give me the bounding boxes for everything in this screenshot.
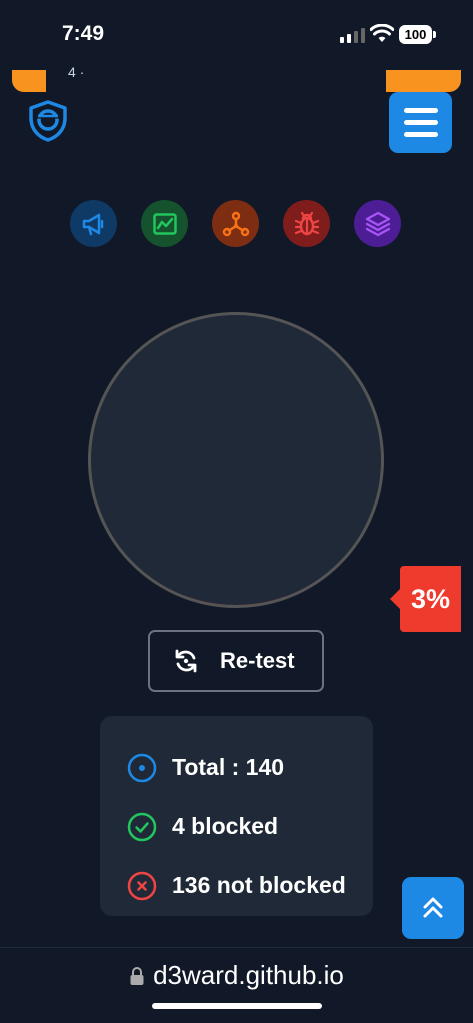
scroll-to-top-button[interactable]	[402, 877, 464, 939]
status-bar: 7:49 100	[0, 0, 473, 70]
menu-line	[403, 108, 438, 113]
retest-label: Re-test	[220, 648, 295, 673]
percent-badge: 3%	[390, 566, 461, 632]
double-chevron-up-icon	[423, 897, 443, 918]
target-icon	[127, 753, 157, 782]
trackers-category-button[interactable]	[212, 200, 259, 247]
signal-icon	[340, 28, 365, 43]
url-display[interactable]: d3ward.github.io	[0, 960, 473, 991]
wifi-icon	[370, 24, 394, 42]
network-icon	[222, 211, 249, 236]
home-indicator[interactable]	[152, 1003, 322, 1009]
hamburger-menu-button[interactable]	[389, 92, 452, 153]
score-gauge	[88, 312, 384, 608]
bug-icon	[294, 211, 319, 235]
stat-total: Total : 140	[126, 738, 373, 797]
menu-line	[403, 132, 438, 137]
x-circle-icon	[127, 871, 157, 900]
header-accent-right	[386, 70, 461, 92]
gauge-fill	[91, 580, 381, 605]
chart-icon	[152, 212, 177, 235]
header-accent-left	[12, 70, 46, 92]
header-partial-text: 4 ·	[68, 64, 85, 80]
error-tracking-category-button[interactable]	[283, 200, 330, 247]
stat-not-blocked: 136 not blocked	[126, 856, 373, 915]
battery-indicator: 100	[399, 25, 432, 44]
lock-icon	[130, 966, 144, 985]
other-category-button[interactable]	[354, 200, 401, 247]
retest-button[interactable]: Re-test	[148, 630, 324, 692]
status-time: 7:49	[62, 22, 105, 45]
stat-blocked: 4 blocked	[126, 797, 373, 856]
megaphone-icon	[82, 213, 103, 235]
stat-total-label: Total : 140	[172, 754, 285, 780]
ads-category-button[interactable]	[70, 200, 117, 247]
menu-line	[403, 120, 438, 125]
shield-logo-icon[interactable]	[28, 100, 68, 142]
url-text: d3ward.github.io	[153, 960, 344, 990]
gauge-wave	[91, 580, 381, 605]
check-circle-icon	[127, 812, 157, 841]
stat-not-blocked-label: 136 not blocked	[172, 872, 346, 898]
battery-nub	[433, 31, 436, 38]
refresh-icon	[175, 649, 197, 673]
stats-card: Total : 140 4 blocked 136 not blocked	[100, 716, 373, 916]
stat-blocked-label: 4 blocked	[172, 813, 279, 839]
category-icon-row	[70, 200, 401, 247]
browser-address-bar[interactable]: d3ward.github.io	[0, 947, 473, 1023]
analytics-category-button[interactable]	[141, 200, 188, 247]
layers-icon	[365, 211, 390, 236]
